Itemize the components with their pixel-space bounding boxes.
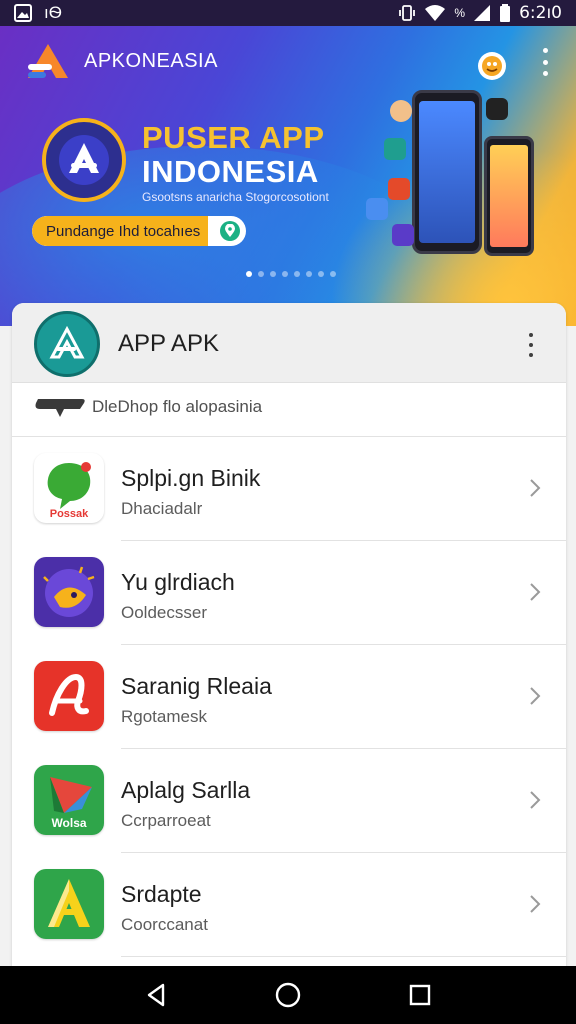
- apk-logo-icon[interactable]: [26, 42, 70, 82]
- chevron-right-icon: [526, 893, 544, 915]
- clock: 6:2ı0: [519, 3, 562, 23]
- more-vert-icon[interactable]: [538, 48, 552, 76]
- list-item[interactable]: Wolsa Aplalg Sarlla Ccrparroeat: [12, 749, 566, 853]
- app-subtitle: Coorccanat: [121, 915, 208, 934]
- floating-app-icon: [388, 178, 410, 200]
- app-icon-label: Possak: [50, 508, 89, 520]
- app-title: Yu glrdiach: [121, 569, 235, 595]
- carousel-indicator: [246, 271, 336, 277]
- back-triangle-icon[interactable]: [136, 975, 176, 1015]
- app-subtitle: Rgotamesk: [121, 707, 207, 726]
- banner-subtitle: Gsootsns anaricha Stogorcosotiont: [142, 190, 329, 204]
- phone-illustration-secondary: [484, 136, 534, 256]
- app-subtitle: Ccrparroeat: [121, 811, 211, 830]
- floating-app-icon: [366, 198, 388, 220]
- promo-banner[interactable]: APKONEASIA PUSER APP INDONESIA Gsootsns …: [0, 26, 576, 326]
- battery-icon: [499, 4, 511, 22]
- app-list-card: APP APK DlеDhop flo alopasinia Possak Sp…: [12, 303, 566, 1003]
- app-list: Possak Splpi.gn Binik Dhaciadalr Yu glrd…: [12, 437, 566, 957]
- app-title: Saranig Rleaia: [121, 673, 272, 699]
- more-vert-icon[interactable]: [526, 333, 536, 357]
- chevron-right-icon: [526, 581, 544, 603]
- section-subheader: DlеDhop flo alopasinia: [12, 383, 566, 437]
- image-icon: [14, 4, 32, 22]
- chevron-right-icon: [526, 685, 544, 707]
- apk-triangle-logo-icon: [34, 311, 100, 377]
- chat-app-icon: Possak: [34, 453, 104, 523]
- phone-illustration: [412, 90, 482, 254]
- wifi-icon: [424, 4, 446, 22]
- floating-app-icon: [390, 100, 412, 122]
- banner-cta-label: Pundange Ihd tocahıes: [32, 216, 208, 246]
- app-subtitle: Dhaciadalr: [121, 499, 203, 518]
- list-item[interactable]: Possak Splpi.gn Binik Dhaciadalr: [12, 437, 566, 541]
- moon-app-icon: [34, 557, 104, 627]
- app-title: Aplalg Sarlla: [121, 777, 251, 803]
- app-name: APKONEASIA: [84, 50, 218, 72]
- floating-app-icon: [384, 138, 406, 160]
- notification-text: ıѲ: [44, 3, 62, 22]
- banner-title-line1: PUSER APP: [142, 120, 325, 155]
- banner-title-line2: INDONESIA: [142, 154, 319, 189]
- chevron-right-icon: [526, 789, 544, 811]
- app-icon-label: Wolsa: [51, 816, 86, 830]
- home-circle-icon[interactable]: [268, 975, 308, 1015]
- signal-icon: [473, 4, 491, 22]
- network-type-text: %: [454, 6, 466, 20]
- app-subtitle: Ooldecsser: [121, 603, 207, 622]
- card-header: APP APK: [12, 303, 566, 383]
- script-a-app-icon: [34, 661, 104, 731]
- recents-square-icon[interactable]: [400, 975, 440, 1015]
- app-title: Srdapte: [121, 881, 202, 907]
- app-title: Splpi.gn Binik: [121, 465, 261, 491]
- list-item[interactable]: Srdapte Coorccanat: [12, 853, 566, 957]
- list-item[interactable]: Yu glrdiach Ooldecsser: [12, 541, 566, 645]
- list-item[interactable]: Saranig Rleaia Rgotamesk: [12, 645, 566, 749]
- card-title: APP APK: [118, 330, 219, 357]
- letter-a-app-icon: [34, 869, 104, 939]
- status-bar: ıѲ % 6:2ı0: [0, 0, 576, 26]
- vibrate-icon: [398, 4, 416, 22]
- banner-cta-button[interactable]: Pundange Ihd tocahıes: [32, 216, 246, 246]
- app-store-badge-icon: [42, 118, 126, 202]
- floating-app-icon: [392, 224, 414, 246]
- chevron-right-icon: [526, 477, 544, 499]
- profile-avatar-icon[interactable]: [478, 52, 506, 80]
- location-pin-icon: [220, 221, 240, 241]
- play-triangle-app-icon: Wolsa: [34, 765, 104, 835]
- floating-app-icon: [486, 98, 508, 120]
- subheader-text: DlеDhop flo alopasinia: [92, 397, 263, 416]
- system-nav-bar: [0, 966, 576, 1024]
- chat-bubble-icon: [34, 397, 86, 419]
